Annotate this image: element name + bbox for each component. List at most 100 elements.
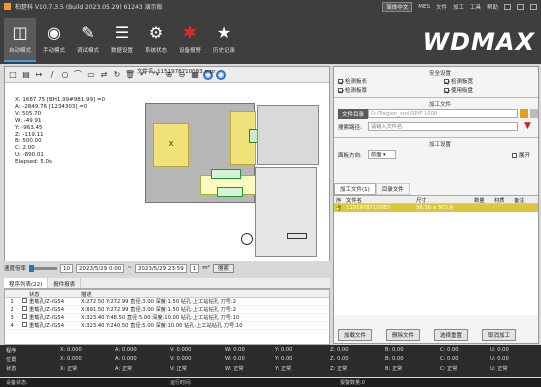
menu-bar: 简体中文 MES 文件 加工 工具 帮助 (382, 2, 537, 12)
dir-button[interactable]: 文件目录 (338, 109, 369, 119)
drill-unit-2 (217, 187, 243, 197)
cancel-process-button[interactable]: 取消加工 (482, 329, 517, 341)
row-checkbox[interactable] (21, 306, 27, 311)
list-icon: ☰ (114, 22, 130, 42)
save-icon[interactable]: ▤ (21, 70, 31, 80)
menu-tools[interactable]: 工具 (470, 3, 481, 11)
list-header: 序号 文件名 尺寸 数量 材质 备注 (334, 196, 538, 212)
delete-icon[interactable]: 🗑 (125, 70, 135, 80)
file-title: 加工文件 (429, 102, 452, 108)
row-checkbox[interactable] (21, 322, 27, 327)
mode-label: 调试模式 (76, 48, 99, 54)
mode-system[interactable]: ⚙ 系统状态 (140, 18, 172, 62)
roller-icon (241, 233, 253, 245)
mouse-icon: ◉ (47, 22, 61, 42)
arc-icon[interactable]: ⌒ (73, 70, 83, 80)
mode-manual[interactable]: ◉ 手动模式 (38, 18, 70, 62)
status-row-program: 程序 X: 0.000 A: 0.000 V: 0.000 W: 0.00 Y:… (6, 347, 509, 354)
app-icon (4, 3, 11, 10)
mode-auto[interactable]: ◫ 自动模式 (4, 18, 36, 62)
drawing-pane: □ ▤ ↦ ∕ ○ ⌒ ▭ ⇄ ↻ 🗑 ↶ ↷ ⊕ ⊖ ▦ ◉ ◉ 文件名: 1… (4, 66, 330, 261)
tab-dir-files[interactable]: 目录文件 (375, 183, 410, 195)
table-header: 状态 描述 (5, 290, 329, 298)
mode-label: 自动模式 (8, 48, 31, 54)
row-checkbox[interactable] (21, 314, 27, 319)
mode-data[interactable]: ☰ 数据设置 (106, 18, 138, 62)
table-row[interactable]: 3 重载孔/Z-/G54 X:323.40 Y:48.50 直径:5.00 深度:… (5, 314, 329, 322)
file-buttons: 加载文件 删除文件 选择重置 取消加工 (338, 329, 517, 341)
speed-input[interactable]: 10 (60, 263, 74, 273)
clamp-block: X (153, 123, 189, 167)
alarm-count: 报警数量:0 (340, 380, 365, 386)
tab-program-list[interactable]: 程序列表(22) (4, 278, 49, 288)
circle-icon[interactable]: ○ (60, 70, 70, 80)
axis-status-grid: 程序 X: 0.000 A: 0.000 V: 0.000 W: 0.00 Y:… (0, 345, 541, 377)
language-select[interactable]: 简体中文 (382, 2, 413, 12)
mode-alarm[interactable]: ✱ 设备报警 (174, 18, 206, 62)
table-row[interactable]: 4 重载孔/Z-/G54 X:323.40 Y:240.50 直径:5.00 深度… (5, 322, 329, 330)
rotate-icon[interactable]: ↻ (112, 70, 122, 80)
check-width[interactable]: 检测板宽 (444, 77, 473, 85)
speed-label: 速度倍率 (4, 266, 27, 272)
divider (334, 97, 538, 98)
table-row[interactable]: 2 重载孔/Z-/G54 X:891.50 Y:272.99 直径:3.00 深度… (5, 306, 329, 314)
filter-icon[interactable]: ▼ (524, 122, 531, 131)
direction-select[interactable]: 前面 ▾ (368, 150, 396, 159)
check-length[interactable]: 检测板长 (338, 77, 367, 85)
process-file-list: 序号 文件名 尺寸 数量 材质 备注 1 1151978710083 98.30… (334, 195, 538, 315)
app-title: 柏楚科 V10.7.3.5 (Build 2023.05.29) 61243 演… (15, 4, 163, 11)
list-tabs: 加工文件(1) 目录文件 (334, 183, 410, 195)
count-unit: m² (202, 265, 210, 271)
folder-icon[interactable] (520, 109, 528, 118)
top-bar: 柏楚科 V10.7.3.5 (Build 2023.05.29) 61243 演… (0, 0, 541, 64)
date-to-input[interactable]: 2023/5/29 23:59 (134, 263, 187, 273)
run-time: 运行时间: (170, 380, 192, 386)
mode-debug[interactable]: ✎ 调试模式 (72, 18, 104, 62)
tab-report[interactable]: 报件报表 (48, 278, 82, 288)
mirror-icon[interactable]: ⇄ (99, 70, 109, 80)
file-icon[interactable]: □ (8, 70, 18, 80)
menu-mes[interactable]: MES (418, 4, 430, 10)
maximize-icon[interactable] (517, 4, 524, 10)
drawing-canvas[interactable]: X: 1687.75 [BH1.99#981.99] =0 A: -2849.7… (5, 83, 329, 261)
close-icon[interactable] (530, 4, 537, 10)
search-path-label: 搜索路径: (338, 125, 362, 131)
toggle-icon[interactable]: ◉ (216, 69, 226, 80)
drill-unit (211, 169, 241, 179)
check-suction[interactable]: 使用吸盘 (444, 86, 473, 94)
date-from-input[interactable]: 2023/5/29 0:00 (76, 263, 125, 273)
tab-process-files[interactable]: 加工文件(1) (334, 183, 376, 195)
menu-help[interactable]: 帮助 (487, 3, 498, 11)
rail-part (287, 233, 307, 239)
alarm-icon: ✱ (183, 22, 197, 42)
menu-file[interactable]: 文件 (436, 3, 447, 11)
load-file-button[interactable]: 加载文件 (338, 329, 373, 341)
file-search-input[interactable] (368, 122, 518, 131)
rect-icon[interactable]: ▭ (86, 70, 96, 80)
device-status: 设备状态: (6, 380, 28, 386)
row-checkbox[interactable] (21, 298, 27, 303)
program-table: 状态 描述 1 重载孔/Z-/G54 X:272.50 Y:272.99 直径:3… (4, 289, 330, 345)
list-item[interactable]: 1 1151978710083 98.30 x 303.9 (334, 204, 538, 212)
count-input[interactable]: 1 (189, 263, 200, 273)
expand-check[interactable]: 展开 (512, 151, 530, 159)
check-thickness[interactable]: 检测板厚 (338, 86, 367, 94)
monitor-icon: ◫ (12, 22, 28, 42)
speed-slider[interactable] (29, 264, 58, 272)
bottom-tabs: 程序列表(22) 报件报表 (4, 278, 330, 289)
search-button[interactable]: 搜索 (212, 263, 234, 273)
side-frame (257, 105, 319, 165)
line-icon[interactable]: ∕ (47, 70, 57, 80)
mode-history[interactable]: ★ 历史记录 (208, 18, 240, 62)
menu-process[interactable]: 加工 (453, 3, 464, 11)
mode-label: 手动模式 (42, 48, 65, 54)
more-icon[interactable] (530, 109, 538, 118)
table-row[interactable]: 1 重载孔/Z-/G54 X:272.50 Y:272.99 直径:3.00 深度… (5, 298, 329, 306)
mode-label: 设备报警 (178, 48, 201, 54)
select-icon[interactable]: ↦ (34, 70, 44, 80)
delete-file-button[interactable]: 删除文件 (386, 329, 421, 341)
reset-button[interactable]: 选择重置 (434, 329, 469, 341)
gear-icon: ⚙ (148, 22, 164, 42)
minimize-icon[interactable] (504, 4, 511, 10)
mode-bar: ◫ 自动模式 ◉ 手动模式 ✎ 调试模式 ☰ 数据设置 ⚙ 系统状态 ✱ 设备报… (4, 18, 240, 62)
